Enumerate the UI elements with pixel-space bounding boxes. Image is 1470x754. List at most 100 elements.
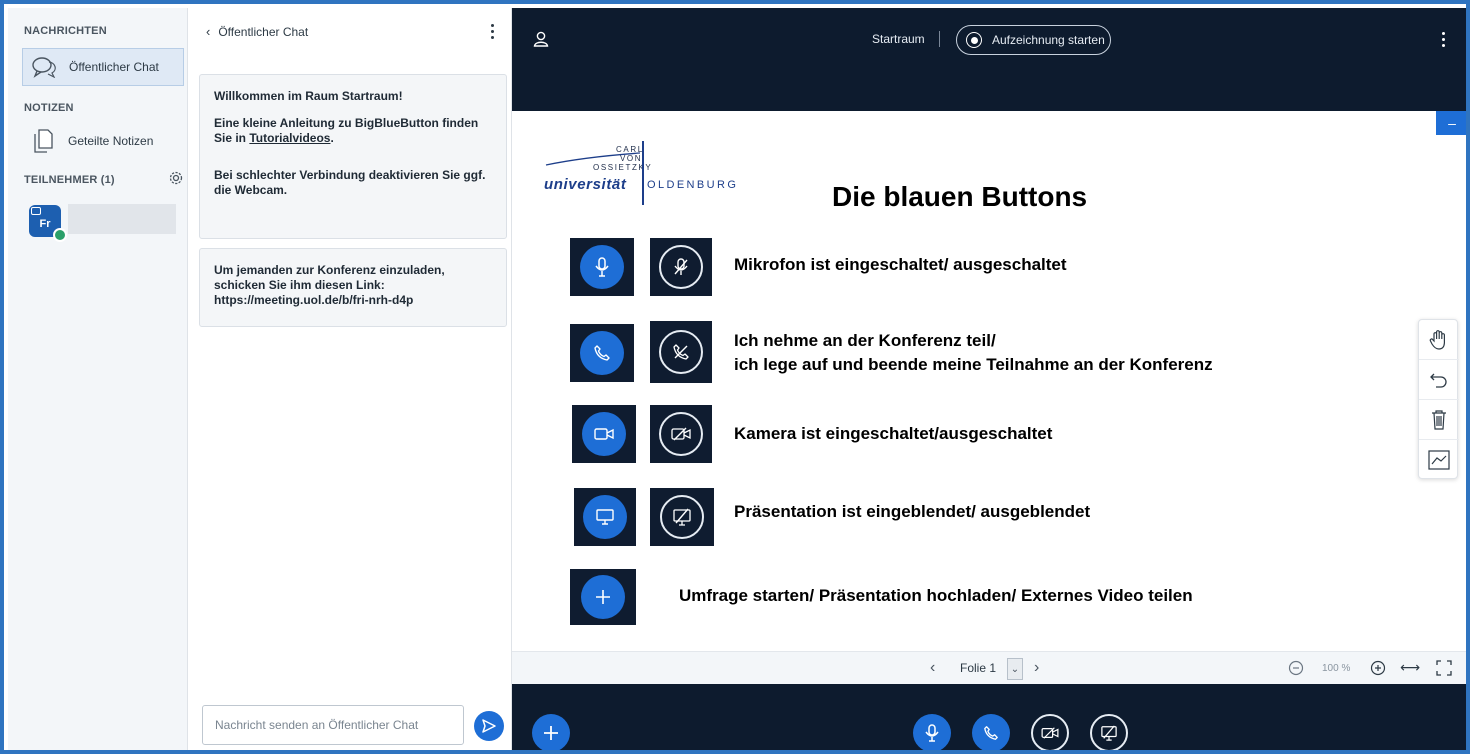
actions-description: Umfrage starten/ Präsentation hochladen/… [679,586,1193,605]
chat-bubbles-icon [31,54,57,80]
gear-icon[interactable] [168,170,184,186]
sidebar-item-shared-notes[interactable]: Geteilte Notizen [22,122,184,160]
chat-panel: ‹ Öffentlicher Chat Willkommen im Raum S… [188,8,512,750]
screen-off-icon [1101,725,1117,741]
logo-oldenburg: OLDENBURG [647,179,739,191]
presentation-description: Präsentation ist eingeblendet/ ausgeblen… [734,502,1091,521]
presentation-off-illustration [650,488,714,546]
slide-title: Die blauen Buttons [832,181,1088,212]
topbar: Startraum Aufzeichnung starten [512,8,1466,111]
share-screen-button[interactable] [1090,714,1128,750]
hand-icon [1429,329,1445,350]
notes-heading: NOTIZEN [24,102,74,114]
app-frame: NACHRICHTEN Öffentlicher Chat NOTIZEN Ge… [0,0,1470,754]
previous-slide-icon[interactable]: ‹ [930,659,935,677]
shared-notes-label: Geteilte Notizen [68,134,154,148]
microphone-icon [580,245,624,289]
sidebar-item-public-chat[interactable]: Öffentlicher Chat [22,48,184,86]
invite-link[interactable]: https://meeting.uol.de/b/fri-nrh-d4p [214,293,492,308]
camera-icon [582,412,626,456]
mic-badge-icon [53,228,67,242]
slide-toolbar: ‹ Folie 1 ⌄ › 100 % ⟷ [512,651,1466,684]
phone-icon [580,331,624,375]
slide-select-dropdown[interactable]: ⌄ [1007,658,1023,680]
camera-off-icon [1041,727,1059,739]
plus-icon [581,575,625,619]
audio-description: Ich nehme an der Konferenz teil/ ich leg… [734,329,1213,377]
public-chat-label: Öffentlicher Chat [69,60,159,74]
microphone-muted-icon [659,245,703,289]
logo-universitaet: universität [544,176,627,193]
multi-user-tool[interactable] [1419,440,1459,480]
mic-off-illustration [650,238,712,296]
avatar-initials: Fr [39,218,51,230]
zoom-level: 100 % [1322,663,1351,674]
invite-line: Um jemanden zur Konferenz einzuladen, sc… [214,263,445,292]
phone-icon [984,726,998,740]
camera-off-icon [659,412,703,456]
microphone-icon [925,724,939,742]
webcam-hint: Bei schlechter Verbindung deaktivieren S… [214,168,486,197]
mute-button[interactable] [913,714,951,750]
send-icon [482,719,496,733]
phone-off-icon [659,330,703,374]
next-slide-icon[interactable]: › [1034,659,1039,677]
chat-options-icon[interactable] [491,24,495,40]
logo-carl: CARL [616,145,644,154]
presentation-slide: – CARL VON OSSIETZKY universität OLDENBU… [512,111,1466,651]
tutorial-line: Eine kleine Anleitung zu BigBlueButton f… [214,116,492,146]
options-icon[interactable] [1442,32,1446,48]
mic-description: Mikrofon ist eingeschaltet/ ausgeschalte… [734,255,1067,274]
zoom-out-icon[interactable] [1288,660,1304,676]
send-button[interactable] [474,711,504,741]
sidebar: NACHRICHTEN Öffentlicher Chat NOTIZEN Ge… [8,8,188,750]
chat-header-back[interactable]: ‹ Öffentlicher Chat [206,24,308,39]
tutorial-link[interactable]: Tutorialvideos [249,131,330,145]
clear-tool[interactable] [1419,400,1459,440]
fit-width-icon[interactable]: ⟷ [1400,659,1420,676]
undo-tool[interactable] [1419,360,1459,400]
action-bar [512,684,1466,750]
undo-icon [1430,373,1447,388]
whiteboard-toolbar [1418,319,1459,480]
leave-audio-button[interactable] [972,714,1010,750]
chat-message-input[interactable]: Nachricht senden an Öffentlicher Chat [202,705,464,745]
logo-divider [642,141,644,205]
zoom-in-icon[interactable] [1370,660,1386,676]
divider [939,31,940,47]
join-audio-illustration [570,324,634,382]
screen-off-icon [660,495,704,539]
main-area: Startraum Aufzeichnung starten – CARL VO… [512,8,1466,750]
plus-icon [544,726,558,740]
user-list-toggle-icon[interactable] [532,30,550,48]
actions-button[interactable] [532,714,570,750]
hand-tool[interactable] [1419,320,1459,360]
presentation-on-illustration [574,488,636,546]
avatar[interactable]: Fr [29,205,67,242]
participants-heading: TEILNEHMER (1) [24,174,115,186]
welcome-line: Willkommen im Raum Startraum! [214,89,403,103]
messages-heading: NACHRICHTEN [24,25,107,37]
document-icon [30,128,56,154]
tutorial-suffix: . [330,131,334,145]
invite-message: Um jemanden zur Konferenz einzuladen, sc… [199,248,507,327]
audio-description-line2: ich lege auf und beende meine Teilnahme … [734,355,1213,374]
university-logo: CARL VON OSSIETZKY universität OLDENBURG [544,139,744,209]
trash-icon [1432,409,1446,430]
camera-description: Kamera ist eingeschaltet/ausgeschaltet [734,424,1053,443]
camera-off-illustration [650,405,712,463]
record-button[interactable]: Aufzeichnung starten [956,25,1111,55]
leave-audio-illustration [650,321,712,383]
camera-on-illustration [572,405,636,463]
chat-header-title: Öffentlicher Chat [218,24,309,39]
mic-on-illustration [570,238,634,296]
minimize-presentation-button[interactable]: – [1436,111,1466,135]
welcome-message: Willkommen im Raum Startraum! Eine klein… [199,74,507,239]
room-name: Startraum [872,32,925,46]
share-camera-button[interactable] [1031,714,1069,750]
participant-name-placeholder[interactable] [68,204,176,234]
actions-illustration [570,569,636,625]
fullscreen-icon[interactable] [1436,660,1452,676]
record-icon [966,32,982,48]
chart-board-icon [1428,450,1450,470]
